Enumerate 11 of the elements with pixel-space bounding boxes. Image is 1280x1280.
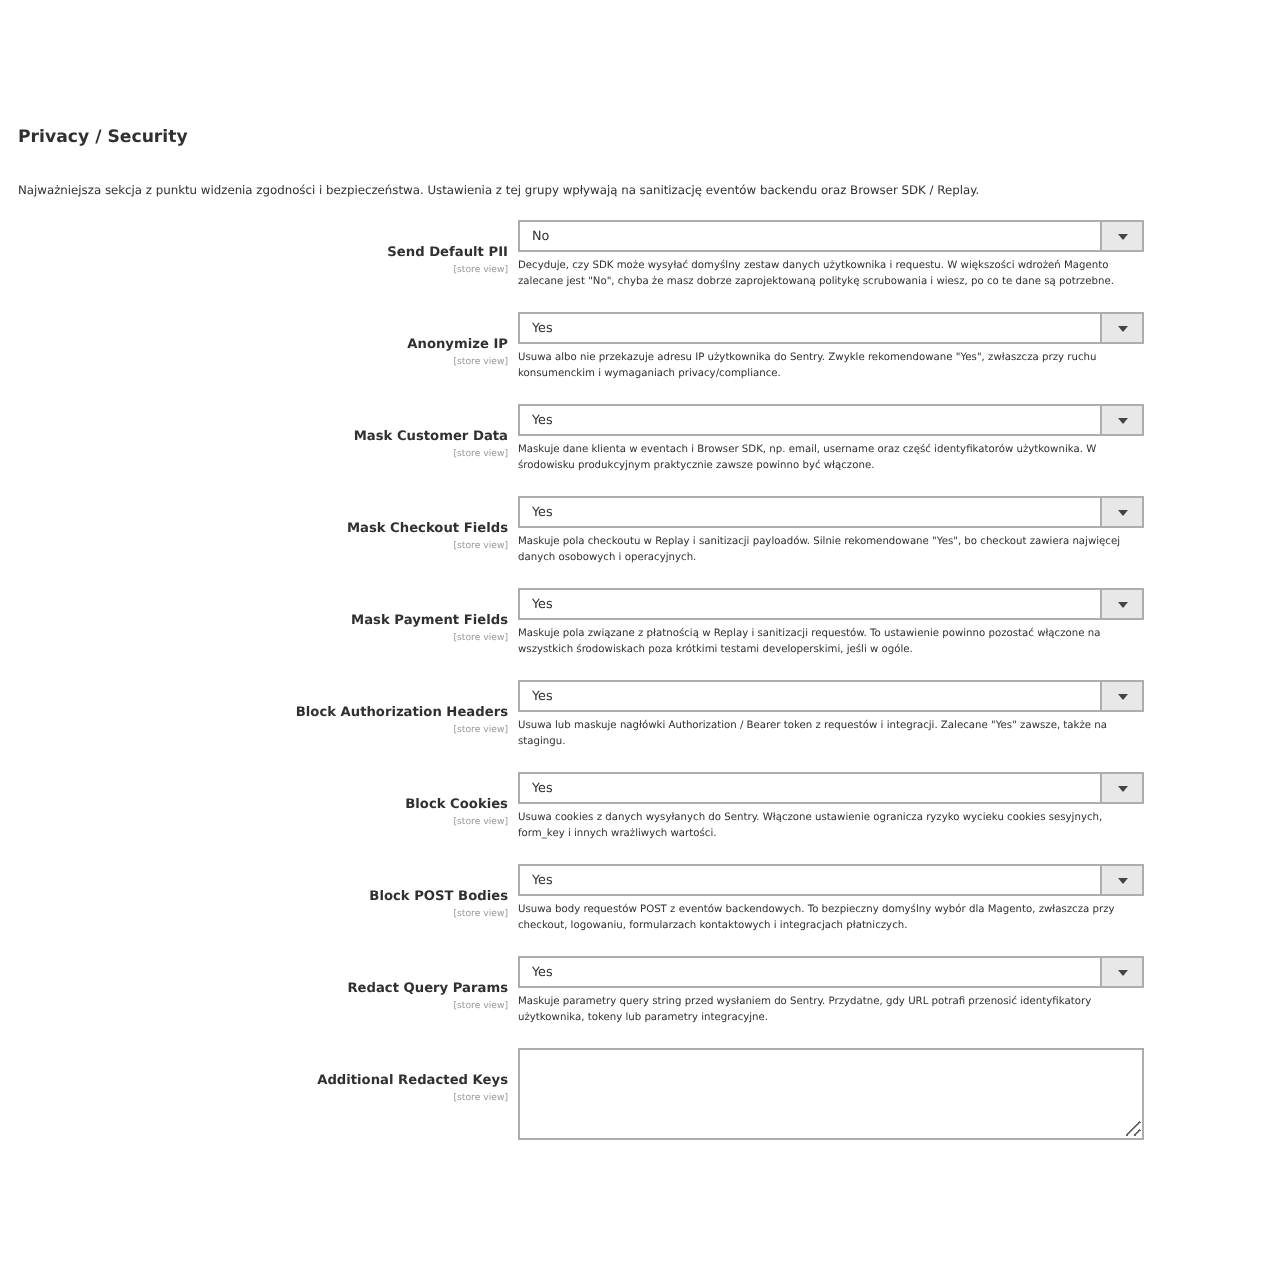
dropdown-arrow-icon bbox=[1117, 693, 1127, 699]
section-title: Privacy / Security bbox=[18, 128, 190, 148]
dropdown-arrow-icon bbox=[1117, 417, 1127, 423]
dropdown-arrow-icon bbox=[1117, 969, 1127, 975]
dropdown-arrow-icon bbox=[1117, 325, 1127, 331]
dropdown-arrow-icon bbox=[1117, 509, 1127, 515]
dropdown-arrow-icon bbox=[1117, 877, 1127, 883]
dropdown-arrow-icon bbox=[1117, 601, 1127, 607]
text-area-field[interactable] bbox=[518, 1048, 1144, 1140]
dropdown-arrow-icon bbox=[1117, 785, 1127, 791]
dropdown-arrow-icon bbox=[1117, 233, 1127, 239]
